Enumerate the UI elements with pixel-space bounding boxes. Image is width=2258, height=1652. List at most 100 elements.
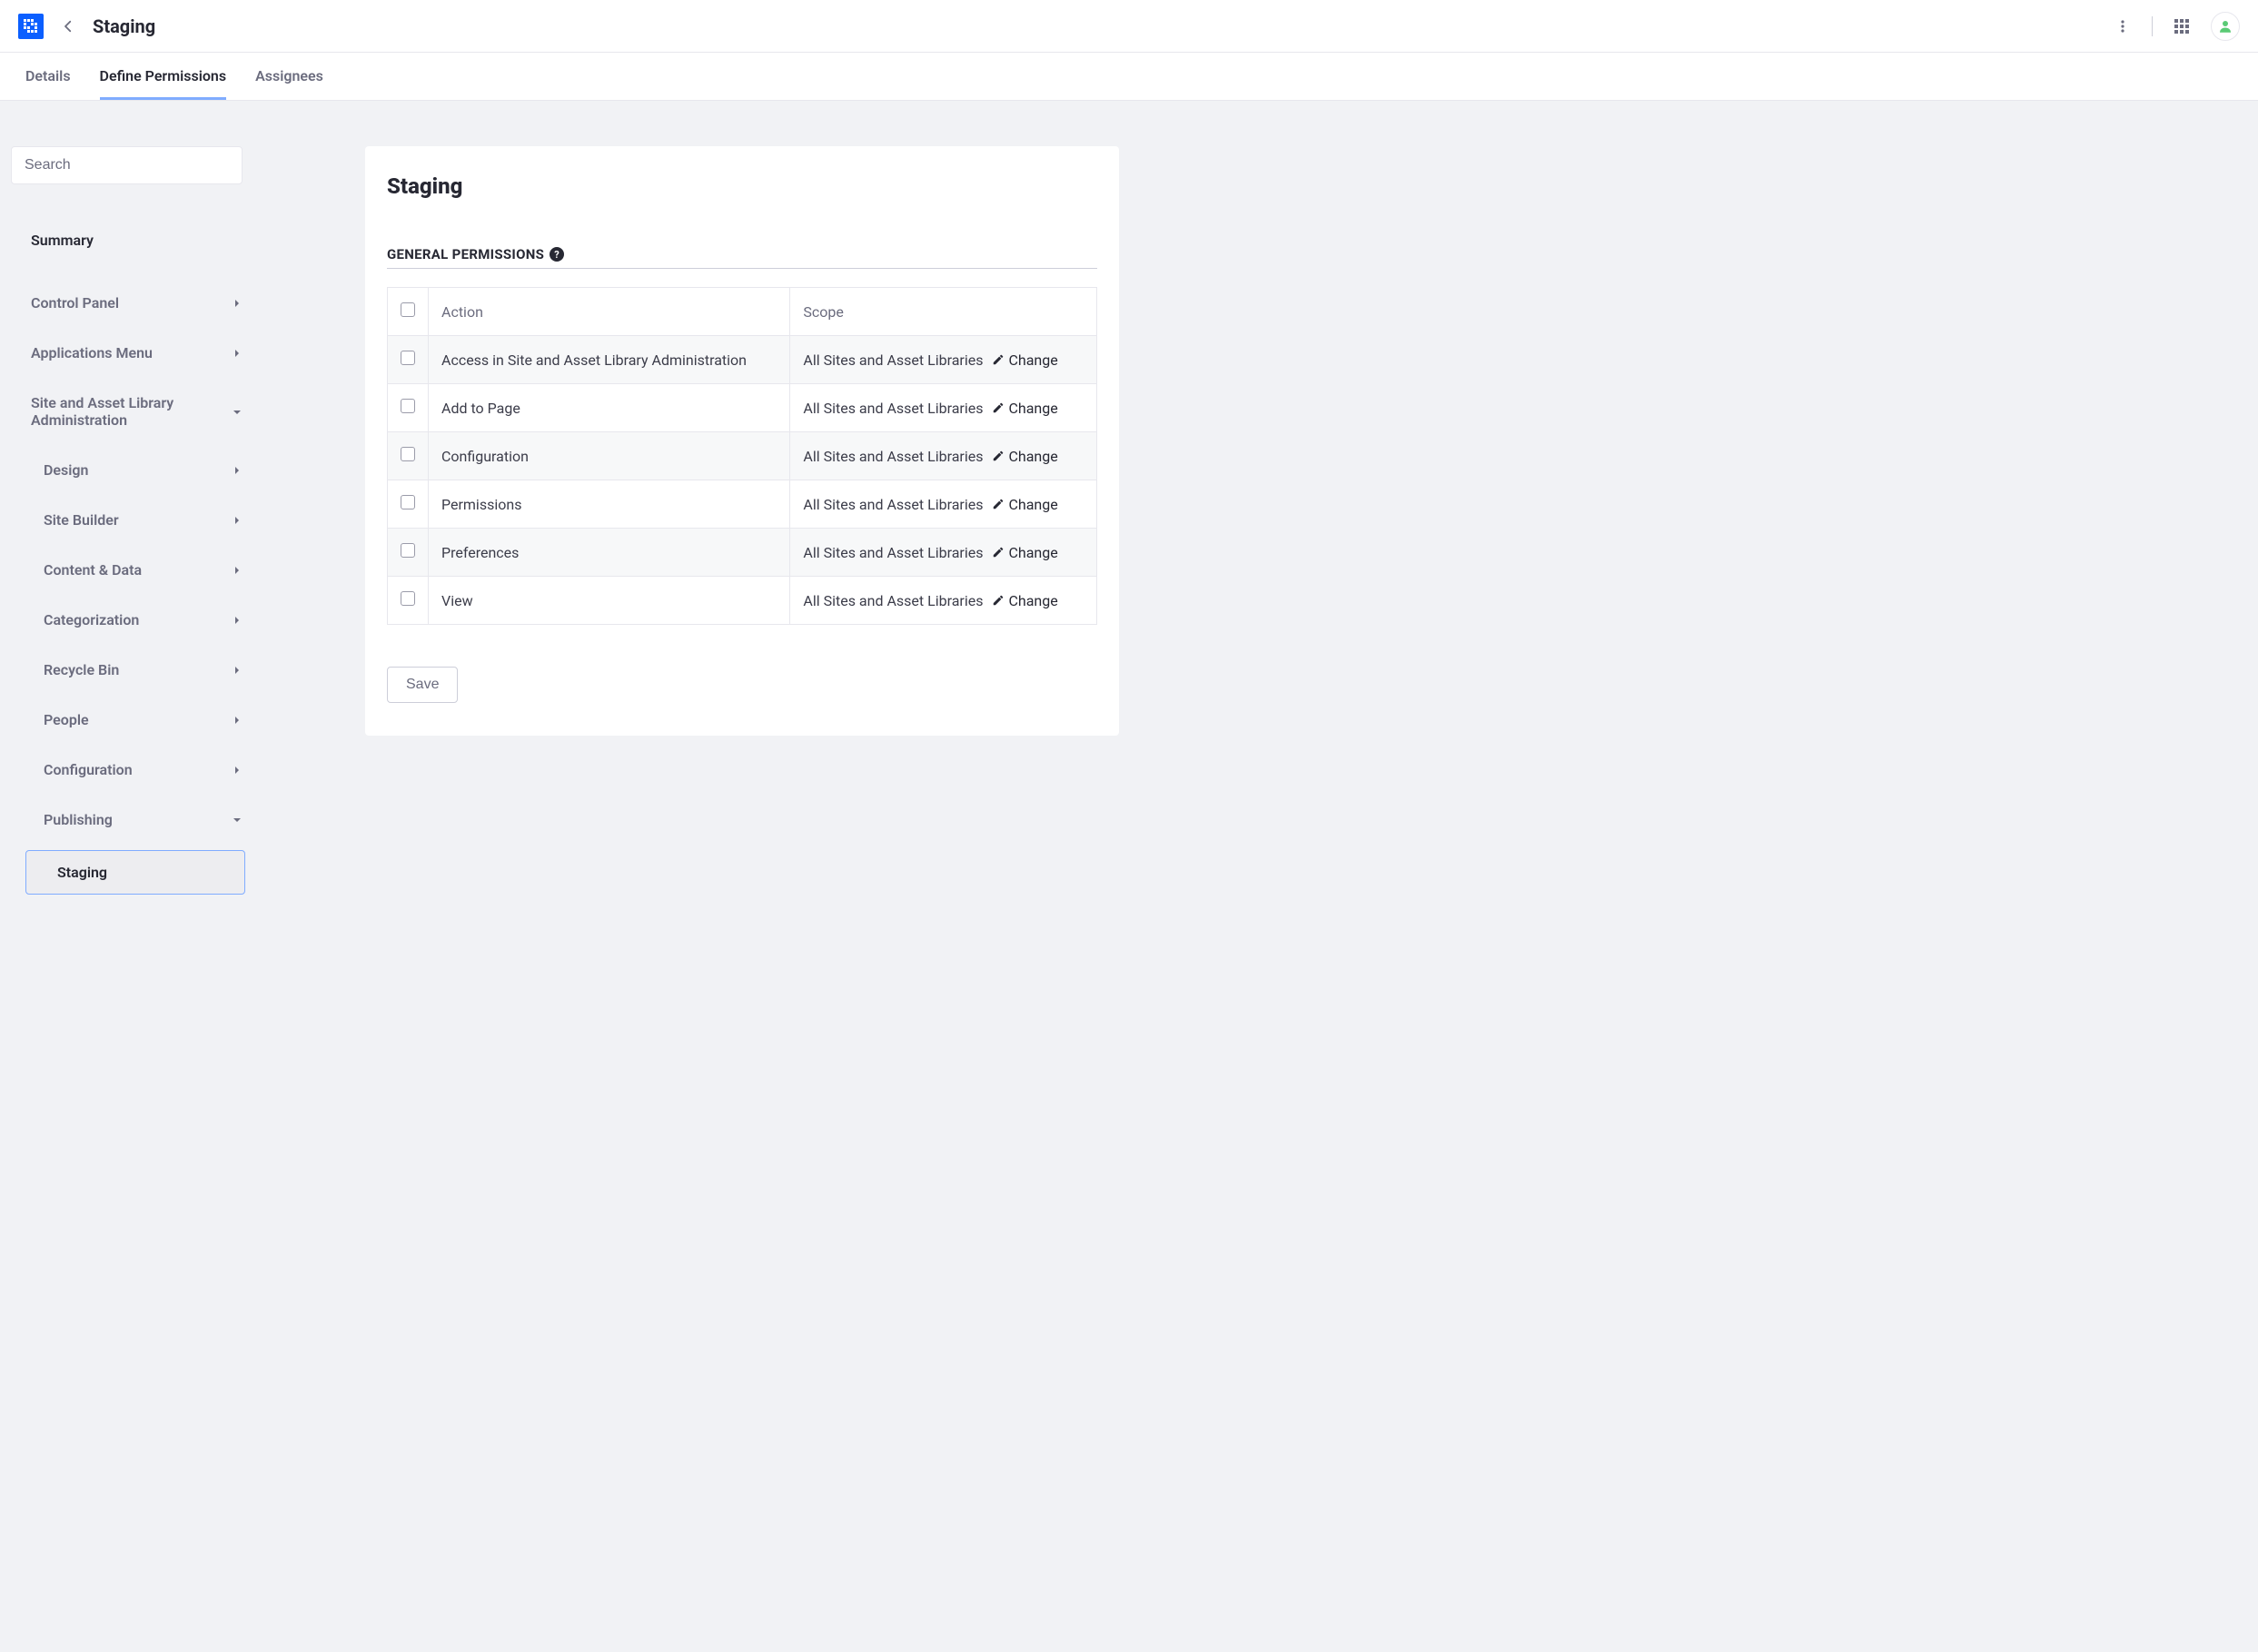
sidebar-item-site-asset-admin[interactable]: Site and Asset Library Administration <box>11 378 256 445</box>
sidebar-item-applications-menu[interactable]: Applications Menu <box>11 328 256 378</box>
tabs-bar: Details Define Permissions Assignees <box>0 53 2258 101</box>
change-scope-link[interactable]: Change <box>992 496 1057 513</box>
row-scope: All Sites and Asset Libraries Change <box>790 432 1097 480</box>
row-checkbox-cell[interactable] <box>388 529 429 577</box>
save-button[interactable]: Save <box>387 667 458 703</box>
checkbox-icon <box>401 543 415 558</box>
change-scope-link[interactable]: Change <box>992 544 1057 561</box>
column-scope: Scope <box>790 288 1097 336</box>
change-label: Change <box>1008 544 1057 561</box>
sidebar-item-categorization[interactable]: Categorization <box>11 595 256 645</box>
change-label: Change <box>1008 351 1057 369</box>
app-logo[interactable] <box>18 14 44 39</box>
row-checkbox-cell[interactable] <box>388 480 429 529</box>
tab-details[interactable]: Details <box>25 53 71 100</box>
checkbox-icon <box>401 591 415 606</box>
row-checkbox-cell[interactable] <box>388 577 429 625</box>
sidebar-item-label: Applications Menu <box>31 344 153 361</box>
caret-right-icon <box>233 711 242 728</box>
row-action: Access in Site and Asset Library Adminis… <box>429 336 790 384</box>
more-actions-button[interactable] <box>2110 14 2135 39</box>
sidebar-item-label: Publishing <box>44 811 113 828</box>
user-icon <box>2217 18 2233 35</box>
tab-define-permissions[interactable]: Define Permissions <box>100 53 227 100</box>
sidebar-item-configuration[interactable]: Configuration <box>11 745 256 795</box>
table-row: Add to PageAll Sites and Asset Libraries… <box>388 384 1097 432</box>
user-avatar[interactable] <box>2211 12 2240 41</box>
checkbox-icon <box>401 447 415 461</box>
sidebar-item-label: Configuration <box>44 761 133 778</box>
sidebar-item-site-builder[interactable]: Site Builder <box>11 495 256 545</box>
sidebar-item-design[interactable]: Design <box>11 445 256 495</box>
chevron-left-icon <box>60 18 76 35</box>
row-scope: All Sites and Asset Libraries Change <box>790 577 1097 625</box>
scope-text: All Sites and Asset Libraries <box>803 400 983 417</box>
page-title: Staging <box>93 15 155 37</box>
sidebar-summary-label: Summary <box>31 232 94 249</box>
back-button[interactable] <box>60 18 76 35</box>
change-scope-link[interactable]: Change <box>992 448 1057 465</box>
sidebar-item-recycle-bin[interactable]: Recycle Bin <box>11 645 256 695</box>
scope-text: All Sites and Asset Libraries <box>803 351 983 369</box>
section-title: GENERAL PERMISSIONS ? <box>387 246 1097 262</box>
sidebar-item-label: Site and Asset Library Administration <box>31 394 194 429</box>
header-divider <box>2152 16 2153 36</box>
pencil-icon <box>992 401 1005 414</box>
sidebar-summary[interactable]: Summary <box>11 215 256 265</box>
sidebar-item-label: Content & Data <box>44 561 142 579</box>
permissions-table: Action Scope Access in Site and Asset Li… <box>387 287 1097 625</box>
row-action: Configuration <box>429 432 790 480</box>
sidebar-item-publishing[interactable]: Publishing <box>11 795 256 845</box>
search-input[interactable] <box>11 146 243 184</box>
change-scope-link[interactable]: Change <box>992 351 1057 369</box>
sidebar-item-staging[interactable]: Staging <box>25 850 245 895</box>
checkbox-icon <box>401 495 415 509</box>
sidebar-item-control-panel[interactable]: Control Panel <box>11 278 256 328</box>
sidebar-list: Summary Control Panel Applications Menu … <box>11 215 256 895</box>
select-all-header[interactable] <box>388 288 429 336</box>
header-left: Staging <box>18 14 155 39</box>
section-title-text: GENERAL PERMISSIONS <box>387 246 544 262</box>
table-row: Access in Site and Asset Library Adminis… <box>388 336 1097 384</box>
row-checkbox-cell[interactable] <box>388 432 429 480</box>
panel-title: Staging <box>387 173 1097 199</box>
pencil-icon <box>992 594 1005 607</box>
grid-logo-icon <box>23 18 39 35</box>
help-icon[interactable]: ? <box>550 247 564 262</box>
pencil-icon <box>992 450 1005 462</box>
apps-grid-icon <box>2174 18 2190 35</box>
checkbox-icon <box>401 351 415 365</box>
apps-menu-button[interactable] <box>2169 14 2194 39</box>
row-scope: All Sites and Asset LibrariesChange <box>790 529 1097 577</box>
pencil-icon <box>992 353 1005 366</box>
header-right <box>2110 12 2240 41</box>
row-scope: All Sites and Asset Libraries Change <box>790 480 1097 529</box>
sidebar-item-content-data[interactable]: Content & Data <box>11 545 256 595</box>
scope-text: All Sites and Asset Libraries <box>803 592 983 609</box>
scope-text: All Sites and Asset Libraries <box>803 496 983 513</box>
sidebar-item-label: Design <box>44 461 88 479</box>
caret-right-icon <box>233 511 242 529</box>
caret-right-icon <box>233 661 242 678</box>
permissions-sidebar: Summary Control Panel Applications Menu … <box>11 146 256 900</box>
change-scope-link[interactable]: Change <box>992 400 1057 417</box>
sidebar-item-label: People <box>44 711 89 728</box>
caret-right-icon <box>233 761 242 778</box>
change-label: Change <box>1008 496 1057 513</box>
scope-text: All Sites and Asset Libraries <box>803 448 983 465</box>
checkbox-icon <box>401 302 415 317</box>
vertical-dots-icon <box>2115 19 2130 34</box>
change-scope-link[interactable]: Change <box>992 592 1057 609</box>
row-checkbox-cell[interactable] <box>388 336 429 384</box>
row-action: View <box>429 577 790 625</box>
sidebar-item-people[interactable]: People <box>11 695 256 745</box>
sidebar-item-label: Site Builder <box>44 511 119 529</box>
caret-down-icon <box>233 403 242 420</box>
row-checkbox-cell[interactable] <box>388 384 429 432</box>
table-row: ConfigurationAll Sites and Asset Librari… <box>388 432 1097 480</box>
sidebar-item-label: Staging <box>57 864 107 881</box>
tab-assignees[interactable]: Assignees <box>255 53 323 100</box>
table-row: PermissionsAll Sites and Asset Libraries… <box>388 480 1097 529</box>
sidebar-item-label: Control Panel <box>31 294 119 312</box>
row-scope: All Sites and Asset Libraries Change <box>790 336 1097 384</box>
